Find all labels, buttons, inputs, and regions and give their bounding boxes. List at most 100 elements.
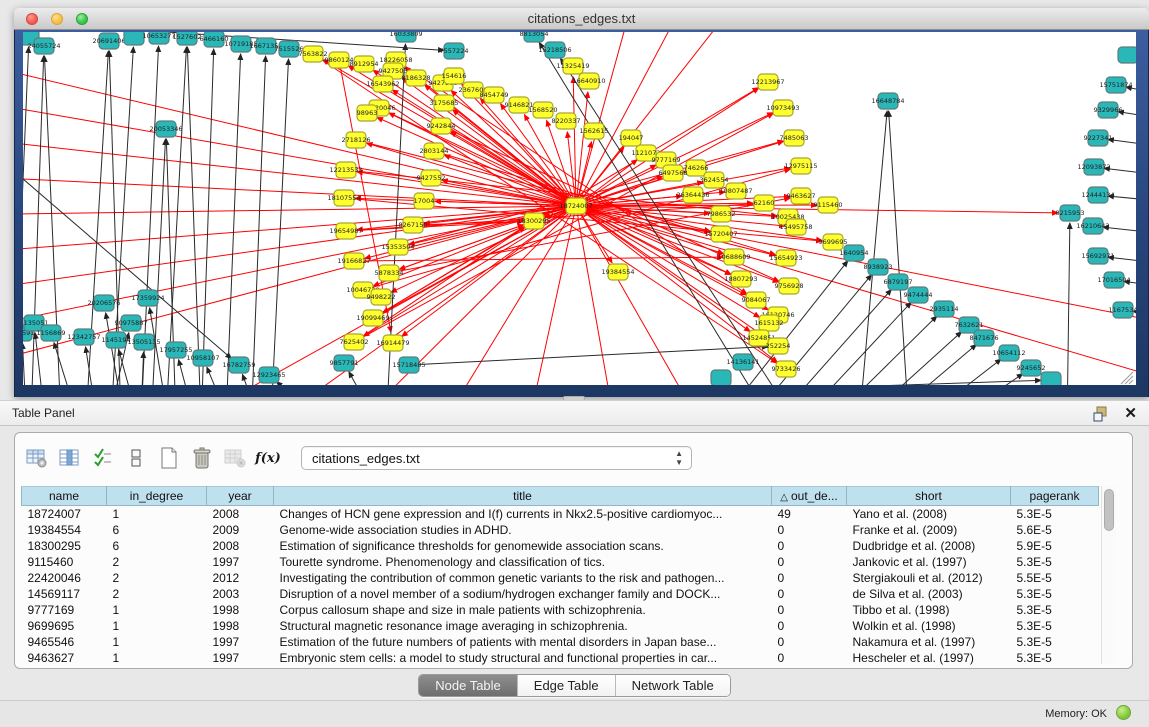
table-cell[interactable]: Yano et al. (2008)	[847, 506, 1011, 522]
table-cell[interactable]: 5.3E-5	[1011, 554, 1099, 570]
table-cell[interactable]: 1998	[207, 618, 274, 634]
float-panel-icon[interactable]	[1093, 406, 1109, 422]
table-cell[interactable]: Hescheler et al. (1997)	[847, 650, 1011, 666]
graph-edge[interactable]	[377, 117, 576, 206]
table-cell[interactable]: 9463627	[22, 650, 107, 666]
table-cell[interactable]: Tibbo et al. (1998)	[847, 602, 1011, 618]
table-cell[interactable]: Structural magnetic resonance image aver…	[274, 618, 772, 634]
table-cell[interactable]: 0	[772, 522, 847, 538]
graph-edge[interactable]	[576, 206, 1136, 330]
graph-edge[interactable]	[831, 332, 962, 385]
table-cell[interactable]: Jankovic et al. (1997)	[847, 554, 1011, 570]
table-row[interactable]: 977716911998Corpus callosum shape and si…	[22, 602, 1099, 618]
table-cell[interactable]: 14569117	[22, 586, 107, 602]
graph-edge[interactable]	[187, 47, 201, 385]
table-cell[interactable]: 1	[107, 618, 207, 634]
close-panel-icon[interactable]: ✕	[1124, 404, 1137, 422]
table-cell[interactable]: 1997	[207, 554, 274, 570]
table-cell[interactable]: Genome-wide association studies in ADHD.	[274, 522, 772, 538]
table-cell[interactable]: 19384554	[22, 522, 107, 538]
graph-edge[interactable]	[346, 222, 523, 231]
table-row[interactable]: 1830029562008Estimation of significance …	[22, 538, 1099, 554]
column-header-out-de-[interactable]: △out_de...	[772, 487, 847, 506]
table-cell[interactable]: 5.3E-5	[1011, 650, 1099, 666]
graph-edge[interactable]	[23, 175, 576, 206]
table-cell[interactable]: Embryonic stem cells: a model to study s…	[274, 650, 772, 666]
table-cell[interactable]: 9777169	[22, 602, 107, 618]
table-cell[interactable]: Tourette syndrome. Phenomenology and cla…	[274, 554, 772, 570]
table-cell[interactable]: 2	[107, 554, 207, 570]
table-row[interactable]: 1456911722003Disruption of a novel membe…	[22, 586, 1099, 602]
table-selector-dropdown[interactable]: citations_edges.txt ▲▼	[301, 446, 692, 470]
table-row[interactable]: 946362711997Embryonic stem cells: a mode…	[22, 650, 1099, 666]
table-cell[interactable]: 6	[107, 538, 207, 554]
column-header-year[interactable]: year	[207, 487, 274, 506]
table-cell[interactable]: Estimation of significance thresholds fo…	[274, 538, 772, 554]
table-cell[interactable]: 2009	[207, 522, 274, 538]
graph-edge[interactable]	[251, 56, 266, 385]
table-row[interactable]: 2242004622012Investigating the contribut…	[22, 570, 1099, 586]
table-cell[interactable]: Corpus callosum shape and size in male p…	[274, 602, 772, 618]
table-cell[interactable]: 9115460	[22, 554, 107, 570]
graph-edge[interactable]	[389, 113, 576, 206]
table-cell[interactable]: Wolkin et al. (1998)	[847, 618, 1011, 634]
graph-edge[interactable]	[23, 380, 1041, 385]
network-canvas[interactable]: 2405572420691406106532771527602646616010…	[23, 32, 1136, 385]
show-column-icon[interactable]	[56, 445, 84, 471]
unselect-rows-icon[interactable]	[122, 445, 150, 471]
table-cell[interactable]: 2	[107, 586, 207, 602]
table-cell[interactable]: Nakamura et al. (1997)	[847, 634, 1011, 650]
graph-edge[interactable]	[271, 59, 289, 385]
memory-ok-icon[interactable]	[1116, 705, 1131, 720]
table-cell[interactable]: Disruption of a novel member of a sodium…	[274, 586, 772, 602]
graph-edge[interactable]	[119, 350, 138, 385]
table-cell[interactable]: 0	[772, 650, 847, 666]
table-cell[interactable]: 0	[772, 554, 847, 570]
network-window-titlebar[interactable]: citations_edges.txt	[14, 8, 1149, 30]
graph-node[interactable]	[124, 32, 144, 45]
graph-edge[interactable]	[201, 49, 214, 385]
graph-edge[interactable]	[409, 347, 768, 365]
table-cell[interactable]: 1	[107, 506, 207, 522]
table-cell[interactable]: 2012	[207, 570, 274, 586]
column-header-in-degree[interactable]: in_degree	[107, 487, 207, 506]
graph-edge[interactable]	[276, 382, 331, 385]
column-header-pagerank[interactable]: pagerank	[1011, 487, 1099, 506]
table-cell[interactable]: 5.3E-5	[1011, 618, 1099, 634]
table-cell[interactable]: 5.6E-5	[1011, 522, 1099, 538]
table-cell[interactable]: Franke et al. (2009)	[847, 522, 1011, 538]
table-cell[interactable]: 0	[772, 586, 847, 602]
table-row[interactable]: 969969511998Structural magnetic resonanc…	[22, 618, 1099, 634]
table-cell[interactable]: 18724007	[22, 506, 107, 522]
table-options-icon[interactable]	[23, 445, 51, 471]
table-row[interactable]: 1872400712008Changes of HCN gene express…	[22, 506, 1099, 522]
table-cell[interactable]: 2008	[207, 506, 274, 522]
table-cell[interactable]: 5.3E-5	[1011, 602, 1099, 618]
table-cell[interactable]: 9699695	[22, 618, 107, 634]
table-cell[interactable]: 5.9E-5	[1011, 538, 1099, 554]
graph-edge[interactable]	[354, 257, 723, 261]
select-all-icon[interactable]	[89, 445, 117, 471]
table-cell[interactable]: 5.5E-5	[1011, 570, 1099, 586]
function-builder-icon[interactable]: f(x)	[254, 445, 282, 471]
table-cell[interactable]: 1	[107, 634, 207, 650]
graph-node[interactable]	[1118, 47, 1136, 63]
table-cell[interactable]: 5.3E-5	[1011, 506, 1099, 522]
table-cell[interactable]: 0	[772, 538, 847, 554]
graph-edge[interactable]	[889, 111, 909, 385]
table-cell[interactable]: 2003	[207, 586, 274, 602]
table-cell[interactable]: 1	[107, 650, 207, 666]
table-cell[interactable]: Estimation of the future numbers of pati…	[274, 634, 772, 650]
tab-node-table[interactable]: Node Table	[419, 675, 518, 696]
table-cell[interactable]: 0	[772, 570, 847, 586]
table-cell[interactable]: 1997	[207, 634, 274, 650]
tab-network-table[interactable]: Network Table	[616, 675, 730, 696]
graph-node[interactable]	[1041, 372, 1061, 385]
graph-edge[interactable]	[23, 135, 576, 206]
table-scrollbar-thumb[interactable]	[1104, 489, 1114, 531]
graph-edge[interactable]	[871, 359, 1001, 385]
table-cell[interactable]: 2008	[207, 538, 274, 554]
graph-edge[interactable]	[23, 206, 576, 255]
table-cell[interactable]: 9465546	[22, 634, 107, 650]
table-cell[interactable]: Investigating the contribution of common…	[274, 570, 772, 586]
